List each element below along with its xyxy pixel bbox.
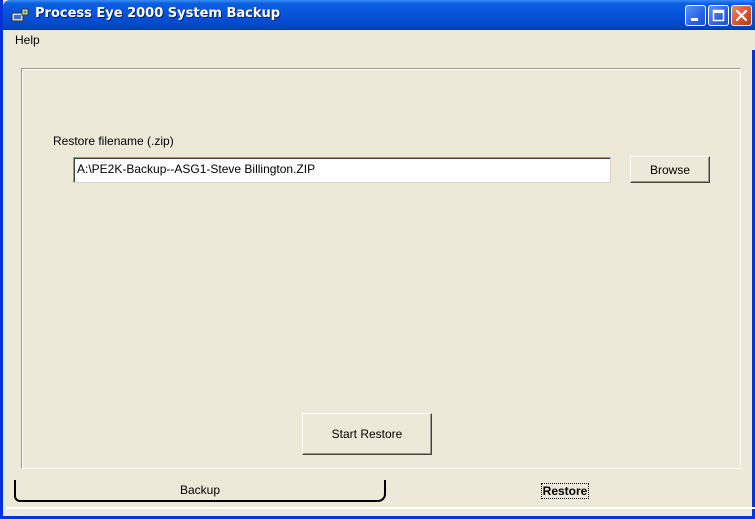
minimize-button[interactable]	[685, 5, 706, 26]
restore-filename-input[interactable]: A:\PE2K-Backup--ASG1-Steve Billington.ZI…	[73, 157, 611, 183]
menu-bar: Help	[6, 30, 755, 50]
menu-help[interactable]: Help	[15, 33, 40, 47]
browse-button[interactable]: Browse	[630, 156, 710, 183]
tab-backup[interactable]: Backup	[14, 480, 386, 502]
tab-restore[interactable]: Restore	[386, 480, 744, 502]
tab-strip: Backup Restore	[6, 478, 755, 506]
minimize-icon	[691, 18, 698, 21]
close-icon	[735, 9, 748, 22]
tab-restore-label: Restore	[540, 483, 590, 499]
divider	[6, 507, 755, 509]
maximize-icon	[712, 9, 725, 22]
start-restore-button[interactable]: Start Restore	[302, 413, 432, 455]
window-title: Process Eye 2000 System Backup	[35, 6, 281, 21]
restore-filename-label: Restore filename (.zip)	[53, 134, 174, 148]
title-bar[interactable]: Process Eye 2000 System Backup	[3, 0, 755, 30]
tab-panel	[21, 68, 741, 469]
browse-button-label: Browse	[649, 162, 690, 177]
app-window: Process Eye 2000 System Backup Help Rest…	[0, 0, 755, 519]
start-restore-button-label: Start Restore	[331, 427, 403, 441]
maximize-button[interactable]	[708, 5, 729, 26]
app-icon[interactable]	[11, 7, 29, 23]
close-button[interactable]	[731, 5, 752, 26]
tab-backup-label: Backup	[179, 483, 221, 497]
